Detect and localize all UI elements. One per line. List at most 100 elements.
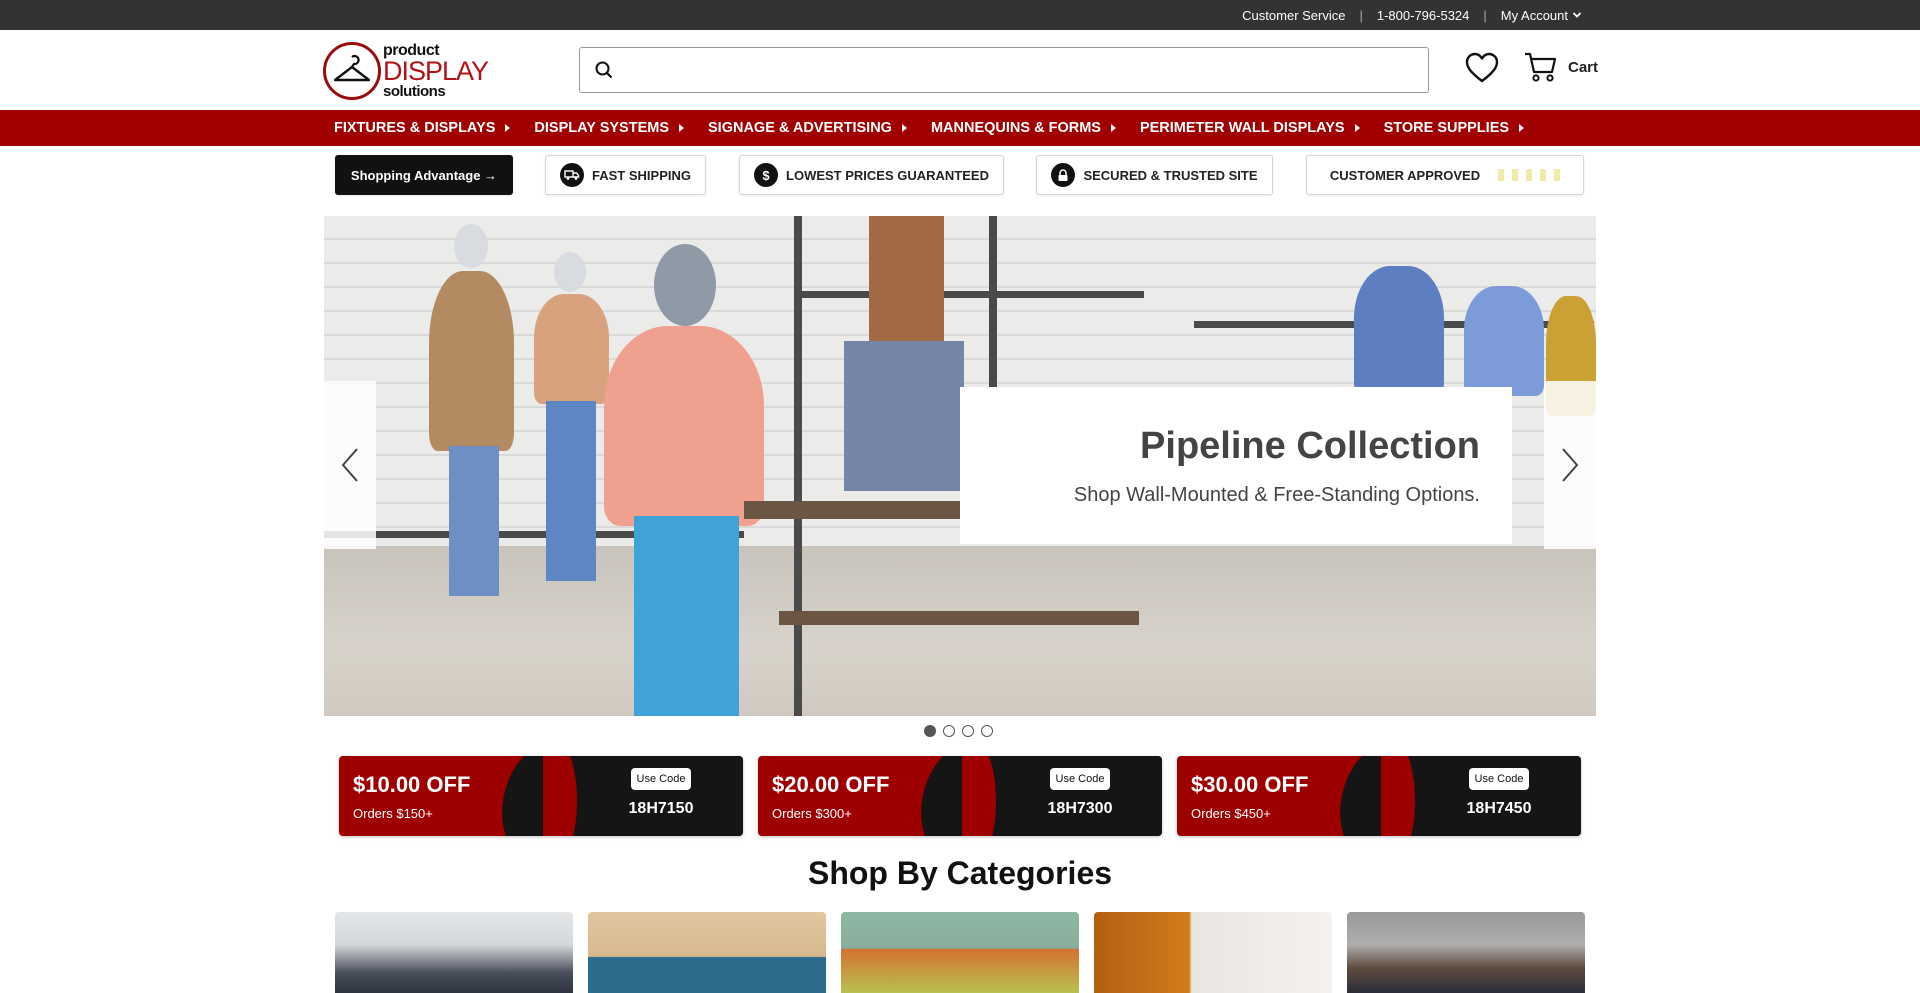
secured-site-label: SECURED & TRUSTED SITE xyxy=(1083,167,1258,183)
dollar-icon: $ xyxy=(754,163,779,187)
chevron-left-icon xyxy=(341,448,358,482)
search-box[interactable] xyxy=(579,47,1429,93)
coupon-code[interactable]: 18H7300 xyxy=(1030,800,1130,818)
coupon-swoosh xyxy=(1381,756,1415,836)
customer-approved-badge[interactable]: CUSTOMER APPROVED xyxy=(1306,155,1584,195)
fast-shipping-badge[interactable]: FAST SHIPPING xyxy=(545,155,706,195)
customer-service-link[interactable]: Customer Service xyxy=(1242,8,1345,23)
top-utility-bar: Customer Service | 1-800-796-5324 | My A… xyxy=(0,0,1920,30)
category-card-garment-racks[interactable] xyxy=(335,912,573,993)
coupon-card[interactable]: $30.00 OFF Orders $450+ Use Code 18H7450 xyxy=(1177,756,1581,836)
coupon-swoosh xyxy=(962,756,996,836)
mannequin-head xyxy=(454,224,488,268)
utility-links: Customer Service | 1-800-796-5324 | My A… xyxy=(1242,0,1582,30)
star-icon xyxy=(1526,169,1533,181)
category-card-slatwall[interactable] xyxy=(588,912,826,993)
cart-label: Cart xyxy=(1568,58,1599,76)
use-code-badge: Use Code xyxy=(1050,768,1110,790)
coupon-card[interactable]: $10.00 OFF Orders $150+ Use Code 18H7150 xyxy=(339,756,743,836)
shopping-advantage-button[interactable]: Shopping Advantage → xyxy=(335,155,513,195)
carousel-dots xyxy=(924,725,993,737)
nav-item-label: DISPLAY SYSTEMS xyxy=(534,120,669,136)
carousel-next-button[interactable] xyxy=(1544,381,1596,549)
caret-right-icon xyxy=(1354,124,1360,132)
carousel-dot[interactable] xyxy=(943,725,955,737)
section-title-categories: Shop By Categories xyxy=(807,855,1113,891)
truck-icon xyxy=(560,163,585,187)
nav-item-mannequins-forms[interactable]: MANNEQUINS & FORMS xyxy=(931,120,1116,136)
hero-carousel[interactable]: Pipeline Collection Shop Wall-Mounted & … xyxy=(324,216,1596,716)
nav-item-label: PERIMETER WALL DISPLAYS xyxy=(1139,120,1345,136)
caret-right-icon xyxy=(679,124,684,132)
coupon-condition: Orders $150+ xyxy=(353,806,433,821)
use-code-badge: Use Code xyxy=(631,768,691,790)
cart-button[interactable]: Cart xyxy=(1524,50,1598,84)
hanging-shirts xyxy=(844,341,964,491)
hanger-logo-icon xyxy=(323,42,381,100)
logo-line-2: DISPLAY xyxy=(383,55,489,86)
category-card-gridwall[interactable] xyxy=(841,912,1079,993)
nav-item-store-supplies[interactable]: STORE SUPPLIES xyxy=(1384,120,1525,136)
carousel-dot[interactable] xyxy=(981,725,993,737)
mannequin-suit xyxy=(429,271,514,451)
coupon-code[interactable]: 18H7450 xyxy=(1449,800,1549,818)
site-logo[interactable]: product DISPLAY solutions xyxy=(323,41,493,101)
mannequin-head xyxy=(654,244,716,326)
caret-right-icon xyxy=(505,124,511,132)
nav-item-label: SIGNAGE & ADVERTISING xyxy=(708,120,892,136)
cart-icon xyxy=(1525,52,1557,82)
coupon-code[interactable]: 18H7150 xyxy=(611,800,711,818)
carousel-prev-button[interactable] xyxy=(324,381,376,549)
category-card-mannequins[interactable] xyxy=(1347,912,1585,993)
hanging-jacket xyxy=(869,216,944,341)
category-card-signage[interactable] xyxy=(1094,912,1332,993)
heart-icon[interactable] xyxy=(1465,52,1499,84)
nav-item-signage-advertising[interactable]: SIGNAGE & ADVERTISING xyxy=(708,120,907,136)
chevron-down-icon xyxy=(1572,12,1582,18)
phone-link[interactable]: 1-800-796-5324 xyxy=(1377,8,1470,23)
secured-site-badge[interactable]: SECURED & TRUSTED SITE xyxy=(1036,155,1273,195)
my-account-menu[interactable]: My Account xyxy=(1501,8,1582,23)
mannequin-shirt xyxy=(534,294,609,404)
hero-caption[interactable]: Pipeline Collection Shop Wall-Mounted & … xyxy=(960,387,1512,544)
search-input[interactable] xyxy=(628,56,1408,84)
mannequin-blazer xyxy=(604,326,764,526)
chevron-right-icon xyxy=(1562,448,1579,482)
nav-item-fixtures-displays[interactable]: FIXTURES & DISPLAYS xyxy=(334,120,511,136)
search-icon[interactable] xyxy=(594,60,614,80)
mannequin-head xyxy=(554,252,586,292)
mannequin-blue-jacket xyxy=(1354,266,1444,396)
star-icon xyxy=(1498,169,1505,181)
nav-item-label: FIXTURES & DISPLAYS xyxy=(334,120,496,136)
main-navigation: FIXTURES & DISPLAYS DISPLAY SYSTEMS SIGN… xyxy=(0,110,1920,146)
carousel-dot[interactable] xyxy=(962,725,974,737)
caret-right-icon xyxy=(901,124,907,132)
coupon-amount: $10.00 OFF xyxy=(353,772,471,797)
fast-shipping-label: FAST SHIPPING xyxy=(592,167,691,183)
nav-item-perimeter-wall-displays[interactable]: PERIMETER WALL DISPLAYS xyxy=(1140,120,1360,136)
display-table-lower xyxy=(779,611,1139,625)
logo-line-3: solutions xyxy=(383,83,446,101)
star-icon xyxy=(1512,169,1519,181)
carousel-dot[interactable] xyxy=(924,725,936,737)
coupon-condition: Orders $450+ xyxy=(1191,806,1271,821)
nav-item-label: MANNEQUINS & FORMS xyxy=(930,120,1101,136)
use-code-badge: Use Code xyxy=(1469,768,1529,790)
star-icon xyxy=(1540,169,1547,181)
nav-item-display-systems[interactable]: DISPLAY SYSTEMS xyxy=(534,120,684,136)
hero-subtitle: Shop Wall-Mounted & Free-Standing Option… xyxy=(1073,484,1480,506)
hero-title: Pipeline Collection xyxy=(1140,425,1480,467)
logo-wordmark: product DISPLAY solutions xyxy=(383,42,489,101)
coupon-card[interactable]: $20.00 OFF Orders $300+ Use Code 18H7300 xyxy=(758,756,1162,836)
mannequin-pants xyxy=(449,446,499,596)
mannequin-pants xyxy=(546,401,596,581)
mannequin-blue-shirt xyxy=(1464,286,1544,396)
mannequin-pants xyxy=(634,516,739,716)
coupon-condition: Orders $300+ xyxy=(772,806,852,821)
star-icon xyxy=(1554,169,1561,181)
rating-stars xyxy=(1498,169,1561,181)
shopping-advantage-label: Shopping Advantage → xyxy=(350,167,498,183)
caret-right-icon xyxy=(1110,124,1116,132)
my-account-label: My Account xyxy=(1500,7,1568,23)
lowest-prices-badge[interactable]: $ LOWEST PRICES GUARANTEED xyxy=(739,155,1004,195)
